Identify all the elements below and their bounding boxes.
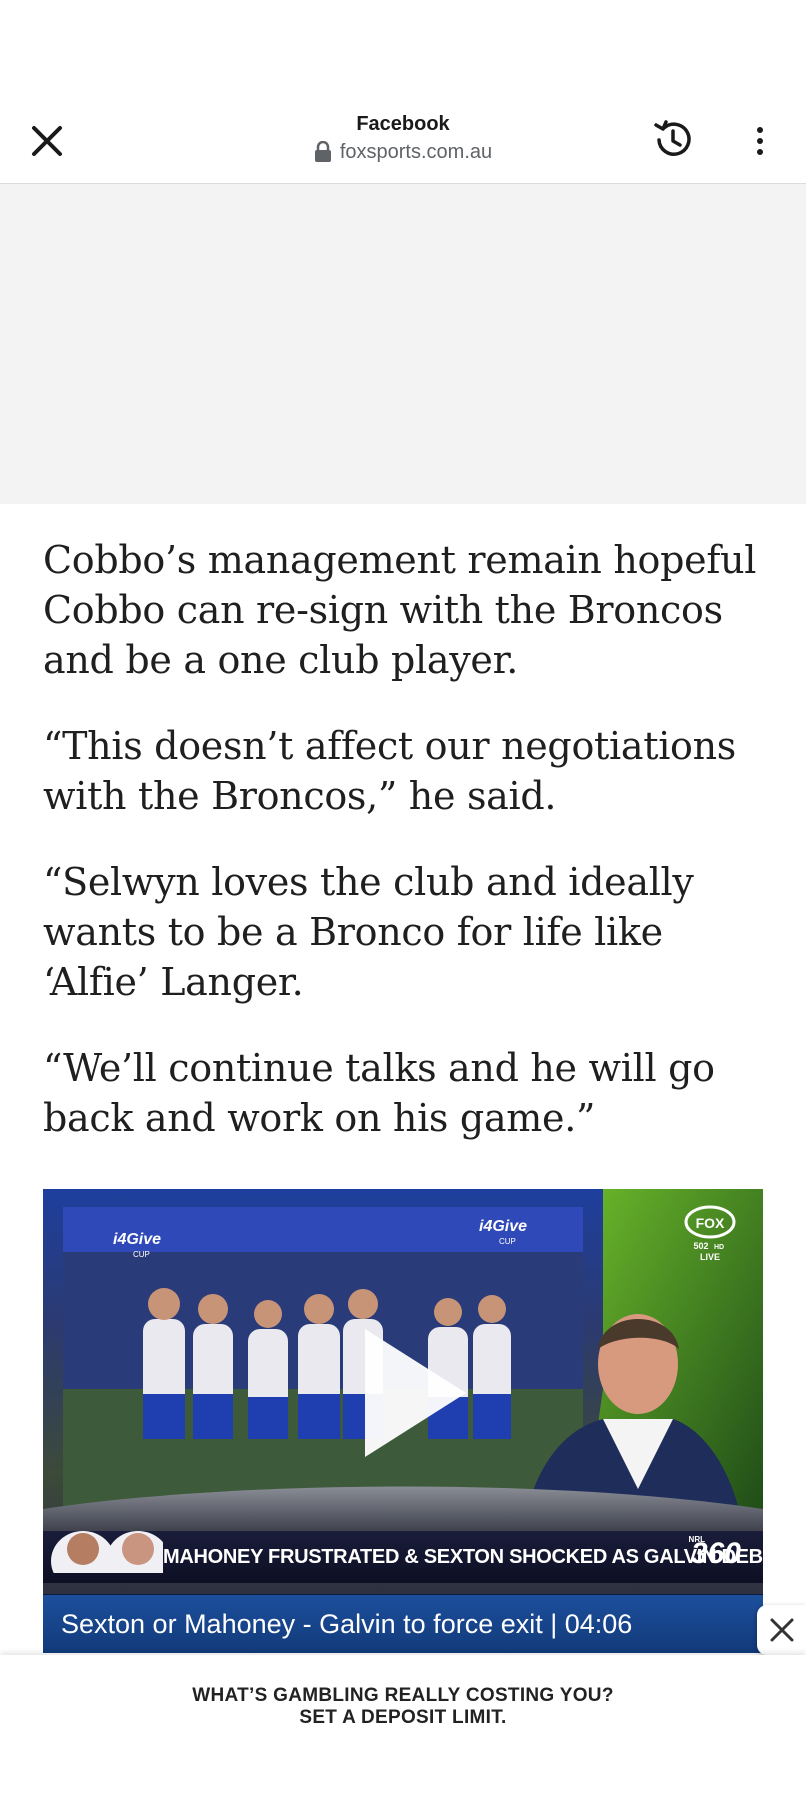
article-paragraph: “Selwyn loves the club and ideally wants… xyxy=(43,860,694,1004)
dismiss-video-button[interactable] xyxy=(757,1605,806,1655)
show-logo: 360 xyxy=(690,1537,741,1570)
gambling-banner-text: WHAT’S GAMBLING REALLY COSTING YOU? SET … xyxy=(0,1685,806,1729)
channel-logo: FOX xyxy=(696,1215,725,1231)
board-text-right: i4Give xyxy=(479,1218,527,1235)
url-row: foxsports.com.au xyxy=(314,140,492,164)
lock-icon xyxy=(314,141,331,162)
ad-placeholder xyxy=(0,184,806,504)
article-paragraph: Cobbo’s management remain hopeful Cobbo … xyxy=(43,538,757,682)
site-url: foxsports.com.au xyxy=(339,141,493,163)
browser-header: Facebook foxsports.com.au xyxy=(0,100,806,184)
gambling-banner-ad[interactable]: WHAT’S GAMBLING REALLY COSTING YOU? SET … xyxy=(0,1655,806,1795)
history-icon xyxy=(654,120,691,156)
video-player[interactable]: i4Give CUP i4Give CUP FOX 502 HD LIVE MA… xyxy=(43,1189,763,1653)
gambling-banner-line1: WHAT’S GAMBLING REALLY COSTING YOU? xyxy=(192,1685,614,1706)
gambling-banner-line2: SET A DEPOSIT LIMIT. xyxy=(299,1707,507,1728)
article-body: Cobbo’s management remain hopeful Cobbo … xyxy=(43,535,763,1179)
more-options-button[interactable] xyxy=(740,116,780,166)
article-paragraph: “This doesn’t affect our negotiations wi… xyxy=(43,724,736,818)
channel-sub: 502 xyxy=(693,1241,708,1251)
history-button[interactable] xyxy=(646,113,700,167)
video-caption[interactable]: Sexton or Mahoney - Galvin to force exit… xyxy=(43,1595,763,1653)
channel-sub-hd: HD xyxy=(714,1244,724,1251)
ticker-headline: MAHONEY FRUSTRATED & SEXTON SHOCKED AS G… xyxy=(163,1546,763,1568)
more-vertical-icon xyxy=(757,127,763,155)
board-text-left: i4Give xyxy=(113,1231,161,1248)
channel-live: LIVE xyxy=(700,1252,720,1262)
news-ticker: MAHONEY FRUSTRATED & SEXTON SHOCKED AS G… xyxy=(43,1531,763,1583)
status-bar xyxy=(0,0,806,100)
article-paragraph: “We’ll continue talks and he will go bac… xyxy=(43,1046,715,1140)
player-headshots xyxy=(51,1531,163,1573)
close-icon xyxy=(770,1618,793,1642)
page: Facebook foxsports.com.au Cobbo’s manage… xyxy=(0,0,806,1795)
board-sub-right: CUP xyxy=(499,1237,516,1246)
board-sub-left: CUP xyxy=(133,1250,150,1259)
